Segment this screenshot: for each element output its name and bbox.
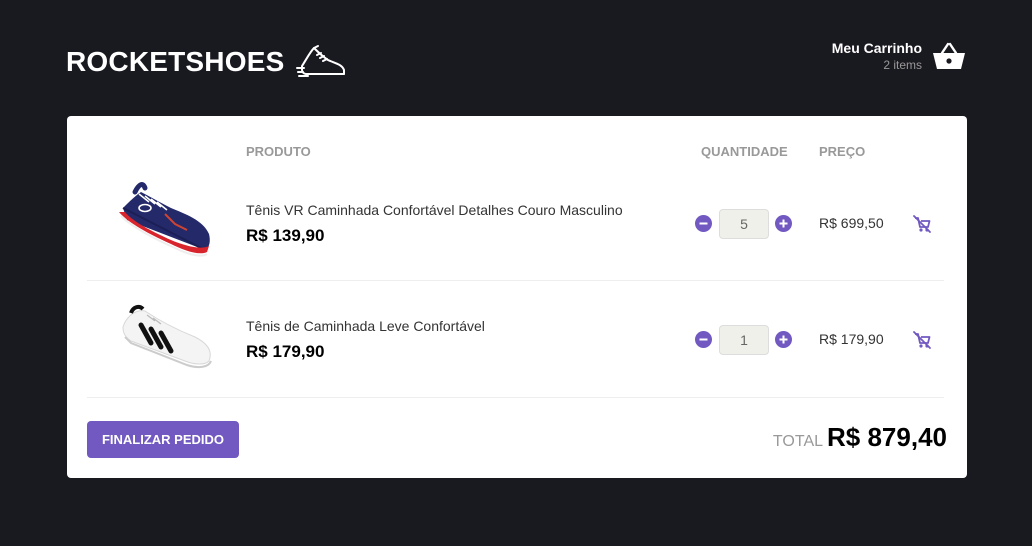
product-image-white-sneaker — [122, 304, 212, 369]
remove-item-button[interactable] — [911, 213, 933, 235]
checkout-button[interactable]: FINALIZAR PEDIDO — [87, 421, 239, 458]
total-label: TOTAL — [772, 433, 824, 450]
column-header-product: PRODUTO — [246, 144, 311, 159]
plus-icon — [779, 219, 788, 228]
product-title: Tênis VR Caminhada Confortável Detalhes … — [246, 202, 623, 218]
cart-link[interactable]: Meu Carrinho 2 items — [832, 40, 966, 72]
table-row: Tênis VR Caminhada Confortável Detalhes … — [87, 164, 944, 281]
cart-summary: Meu Carrinho 2 items — [832, 40, 922, 72]
increase-quantity-button[interactable] — [775, 331, 792, 348]
item-subtotal: R$ 699,50 — [819, 215, 884, 231]
quantity-input[interactable] — [719, 325, 769, 355]
quantity-input[interactable] — [719, 209, 769, 239]
running-shoe-icon — [296, 45, 346, 77]
product-price: R$ 179,90 — [246, 342, 325, 361]
product-title: Tênis de Caminhada Leve Confortável — [246, 318, 485, 334]
column-header-price: PREÇO — [819, 144, 866, 159]
product-price: R$ 139,90 — [246, 226, 325, 245]
plus-icon — [779, 335, 788, 344]
cart-title: Meu Carrinho — [831, 40, 922, 56]
decrease-quantity-button[interactable] — [695, 215, 712, 232]
remove-from-cart-icon — [913, 215, 931, 233]
decrease-quantity-button[interactable] — [695, 331, 712, 348]
header: ROCKETSHOES Meu Carrinho 2 items — [66, 34, 966, 90]
product-image-navy-shoe — [119, 182, 210, 257]
minus-icon — [699, 222, 708, 225]
cart-item-count: 2 items — [883, 58, 922, 72]
column-header-quantity: QUANTIDADE — [701, 144, 788, 159]
brand-logo-link[interactable]: ROCKETSHOES — [66, 42, 348, 82]
remove-item-button[interactable] — [911, 329, 933, 351]
brand-name: ROCKETSHOES — [66, 46, 285, 77]
order-total: TOTAL R$ 879,40 — [773, 422, 947, 453]
cart-panel: PRODUTO QUANTIDADE PREÇO Tênis VR Caminh… — [67, 116, 967, 478]
total-value: R$ 879,40 — [827, 422, 947, 452]
item-subtotal: R$ 179,90 — [819, 331, 884, 347]
increase-quantity-button[interactable] — [775, 215, 792, 232]
table-row: Tênis de Caminhada Leve Confortável R$ 1… — [87, 281, 944, 398]
remove-from-cart-icon — [913, 331, 931, 349]
shopping-basket-icon — [933, 42, 965, 69]
minus-icon — [699, 338, 708, 341]
